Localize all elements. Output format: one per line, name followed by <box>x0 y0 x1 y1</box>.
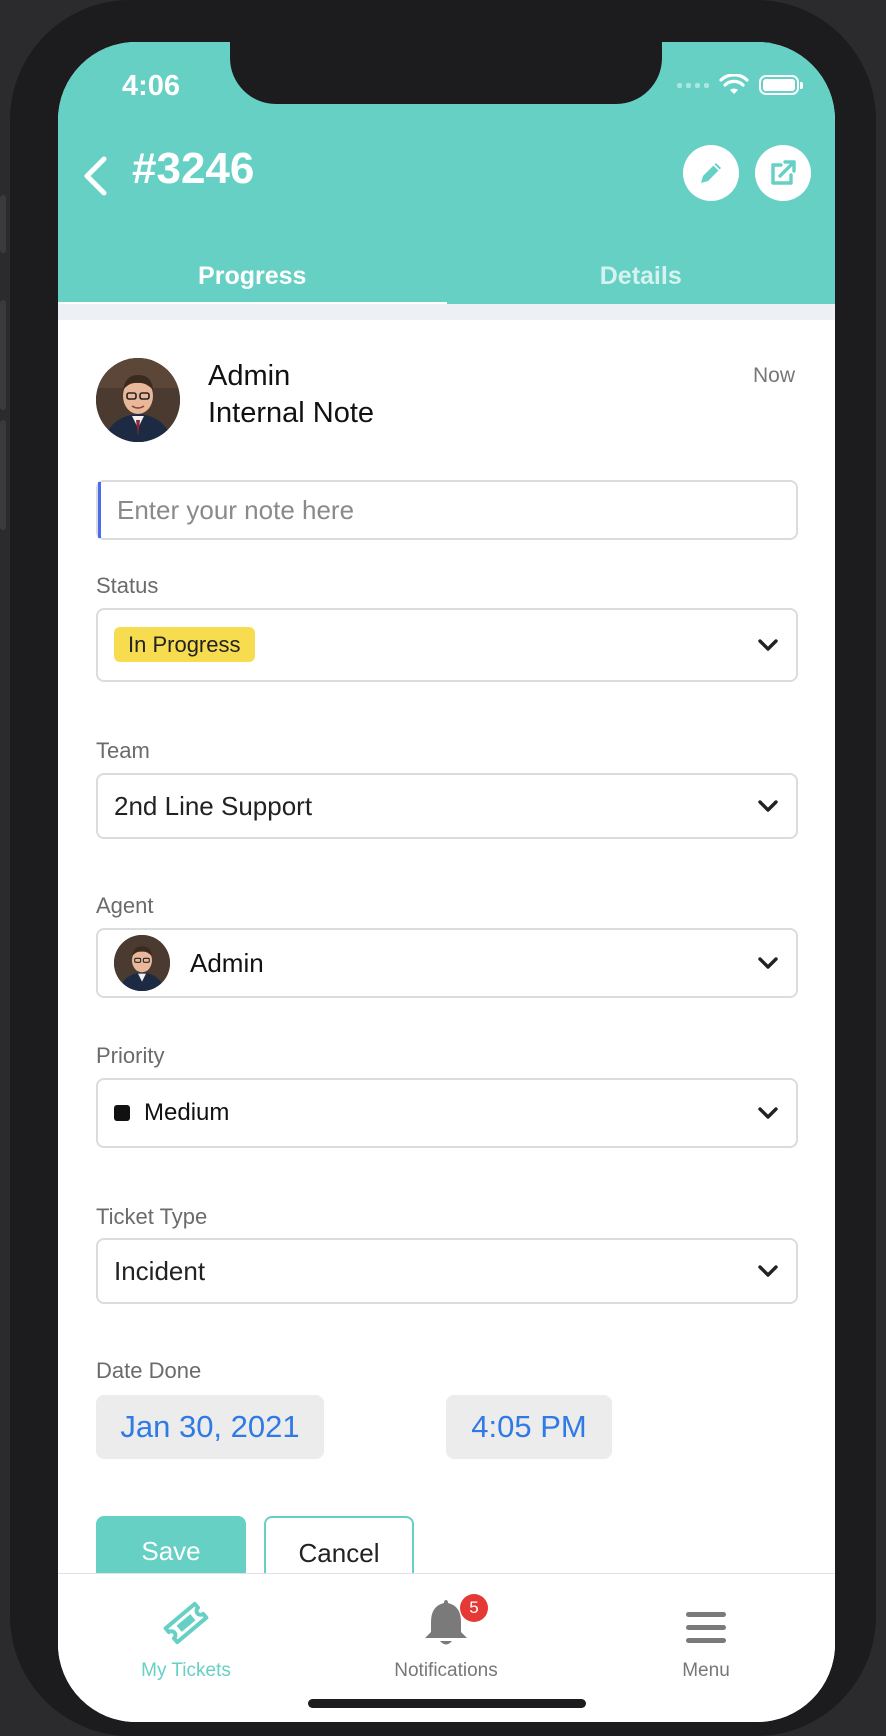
author-avatar <box>96 358 180 442</box>
external-link-icon <box>771 160 796 185</box>
status-label: Status <box>96 573 159 598</box>
nav-menu[interactable]: Menu <box>606 1574 806 1682</box>
chevron-down-icon <box>756 794 780 818</box>
chevron-down-icon <box>756 1101 780 1125</box>
note-field <box>96 480 798 540</box>
ticket-title: #3246 <box>132 144 255 193</box>
agent-label: Agent <box>96 893 154 918</box>
agent-select[interactable]: Admin <box>96 928 798 998</box>
pencil-icon <box>701 163 721 183</box>
nav-label-notifications: Notifications <box>394 1660 498 1681</box>
ticket-type-label: Ticket Type <box>96 1204 208 1229</box>
tab-divider <box>58 304 835 320</box>
open-external-button[interactable] <box>755 145 811 201</box>
ticket-icon <box>86 1584 286 1648</box>
notification-count-badge: 5 <box>460 1594 488 1622</box>
agent-avatar <box>114 935 170 991</box>
time-picker[interactable]: 4:05 PM <box>446 1395 612 1459</box>
note-type: Internal Note <box>208 397 375 429</box>
wifi-icon <box>719 74 749 94</box>
priority-select[interactable]: Medium <box>96 1078 798 1148</box>
signal-icon <box>677 82 709 88</box>
status-time: 4:06 <box>122 70 181 102</box>
nav-label-my-tickets: My Tickets <box>141 1660 231 1681</box>
home-indicator <box>308 1699 586 1708</box>
volume-up-button <box>0 300 6 410</box>
notch <box>230 42 662 104</box>
priority-label: Priority <box>96 1043 165 1068</box>
tab-progress[interactable]: Progress <box>58 242 447 306</box>
chevron-down-icon <box>756 951 780 975</box>
status-select[interactable]: In Progress <box>96 608 798 682</box>
status-icons <box>677 74 803 96</box>
chevron-down-icon <box>756 1259 780 1283</box>
status-badge: In Progress <box>114 627 255 662</box>
team-value: 2nd Line Support <box>114 790 313 821</box>
tab-details[interactable]: Details <box>447 242 836 304</box>
date-done-label: Date Done <box>96 1358 202 1383</box>
bell-icon: 5 <box>346 1584 546 1648</box>
chevron-left-icon <box>84 156 107 196</box>
battery-icon <box>759 75 803 95</box>
volume-down-button <box>0 420 6 530</box>
nav-my-tickets[interactable]: My Tickets <box>86 1574 286 1682</box>
header: 4:06 #3246 Progress Details <box>58 42 836 306</box>
date-picker[interactable]: Jan 30, 2021 <box>96 1395 324 1459</box>
note-time: Now <box>752 364 795 387</box>
edit-button[interactable] <box>683 145 739 201</box>
team-select[interactable]: 2nd Line Support <box>96 773 798 839</box>
ticket-type-value: Incident <box>114 1255 206 1286</box>
mute-switch <box>0 195 6 253</box>
back-button[interactable] <box>72 146 118 206</box>
tab-bar: Progress Details <box>58 242 836 306</box>
priority-color-dot <box>114 1105 130 1121</box>
ticket-type-select[interactable]: Incident <box>96 1238 798 1304</box>
note-input[interactable] <box>98 482 796 538</box>
agent-value: Admin <box>190 947 264 978</box>
nav-notifications[interactable]: 5 Notifications <box>346 1574 546 1682</box>
nav-label-menu: Menu <box>682 1660 730 1681</box>
team-label: Team <box>96 738 150 763</box>
priority-value: Medium <box>144 1099 230 1126</box>
hamburger-icon <box>606 1584 806 1648</box>
app-screen: 4:06 #3246 Progress Details Admin Intern… <box>58 42 835 1722</box>
bottom-nav: My Tickets 5 Notifications Menu <box>58 1573 835 1722</box>
author-name: Admin <box>208 360 291 392</box>
chevron-down-icon <box>756 633 780 657</box>
